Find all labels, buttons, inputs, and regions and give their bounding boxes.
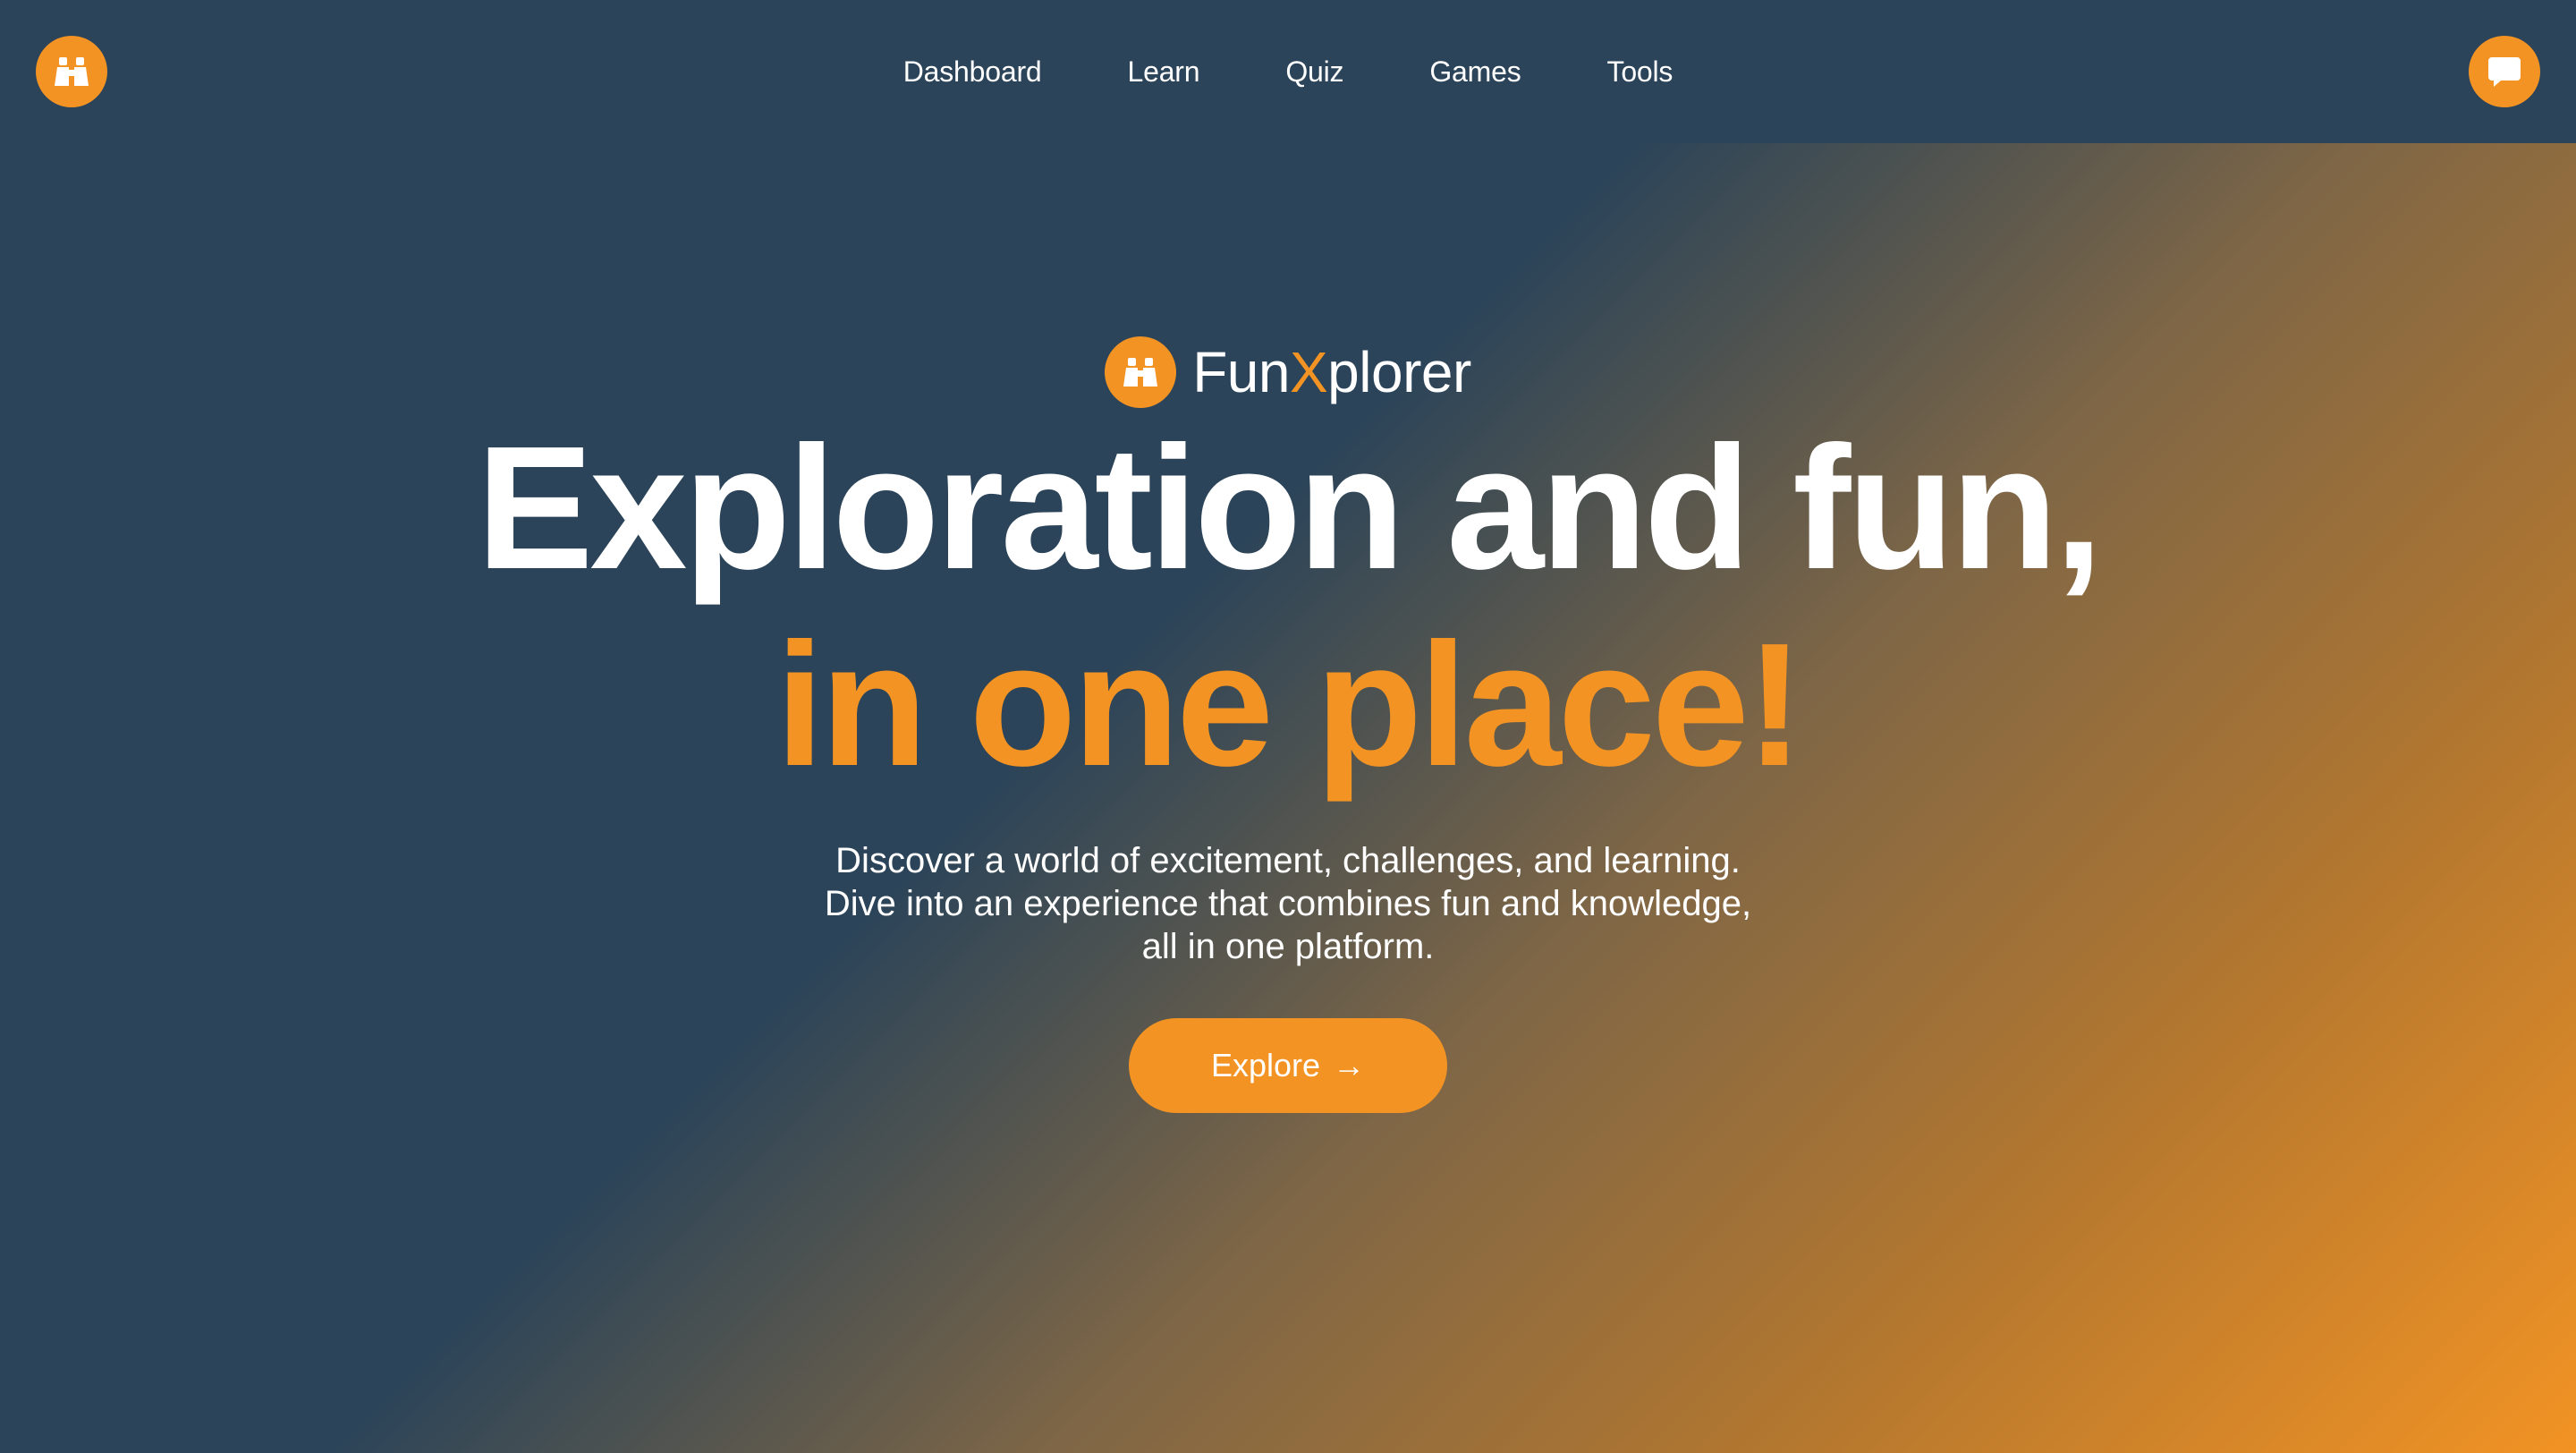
- chat-bubble-icon: [2488, 57, 2521, 87]
- nav-learn[interactable]: Learn: [1128, 50, 1200, 93]
- description-line: Dive into an experience that combines fu…: [824, 884, 1752, 923]
- arrow-right-icon: →: [1333, 1047, 1366, 1083]
- brand-lockup: FunXplorer: [1105, 336, 1471, 408]
- description-line: Discover a world of excitement, challeng…: [835, 841, 1741, 880]
- headline-line-2: in one place!: [775, 607, 1804, 803]
- hero-section: FunXplorer Exploration and fun, in one p…: [0, 336, 2576, 1113]
- chat-button[interactable]: [2469, 36, 2540, 107]
- nav-games[interactable]: Games: [1429, 50, 1521, 93]
- brand-name-x: X: [1289, 340, 1328, 404]
- main-nav: Dashboard Learn Quiz Games Tools: [0, 50, 2576, 93]
- brand-name: FunXplorer: [1192, 336, 1471, 408]
- explore-button[interactable]: Explore →: [1129, 1018, 1447, 1113]
- headline-line-1: Exploration and fun,: [476, 410, 2104, 606]
- hero-description: Discover a world of excitement, challeng…: [0, 839, 2576, 968]
- brand-name-suffix: plorer: [1327, 340, 1471, 404]
- nav-quiz[interactable]: Quiz: [1285, 50, 1343, 93]
- nav-tools[interactable]: Tools: [1607, 50, 1674, 93]
- explore-button-label: Explore: [1210, 1047, 1321, 1083]
- top-navigation-bar: Dashboard Learn Quiz Games Tools: [0, 0, 2576, 143]
- brand-name-prefix: Fun: [1192, 340, 1290, 404]
- brand-badge: [1105, 336, 1177, 408]
- binoculars-icon: [1123, 358, 1158, 387]
- nav-dashboard[interactable]: Dashboard: [903, 50, 1042, 93]
- description-line: all in one platform.: [1141, 927, 1435, 966]
